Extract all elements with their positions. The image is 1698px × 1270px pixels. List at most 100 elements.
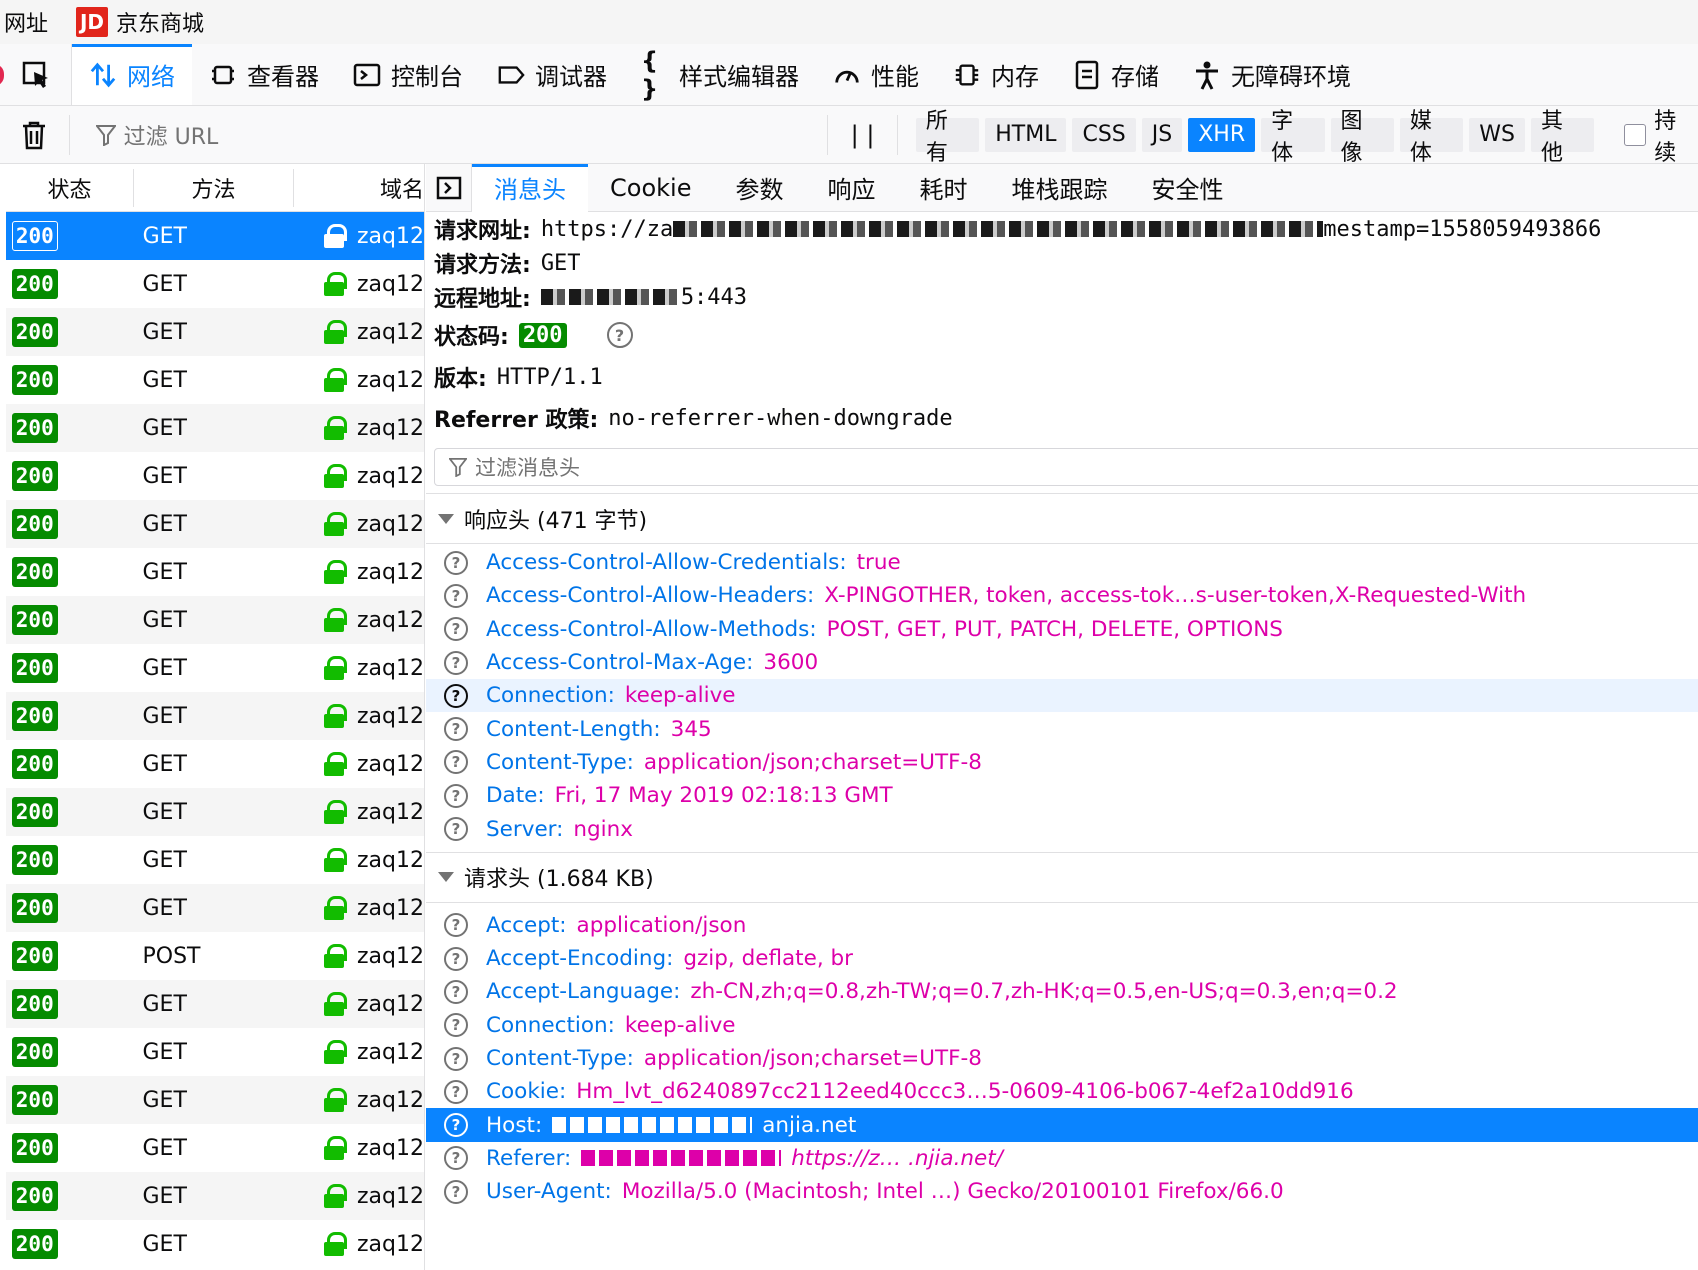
tab-params[interactable]: 参数 (713, 164, 805, 212)
header-row[interactable]: ? Content-Type: application/json;charset=U… (426, 746, 1698, 779)
table-row[interactable]: 200 GET zaq12 (6, 788, 424, 836)
help-icon[interactable]: ? (606, 322, 633, 348)
tab-cookie[interactable]: Cookie (588, 164, 713, 212)
header-row[interactable]: ? Connection: keep-alive (426, 1009, 1698, 1042)
tab-network[interactable]: 网络 (72, 44, 192, 105)
column-domain[interactable]: 域名 (294, 169, 424, 207)
request-headers-toggle[interactable]: 请求头 (1.684 KB) (426, 853, 1698, 903)
help-icon[interactable]: ? (444, 913, 468, 938)
table-row[interactable]: 200 GET zaq12 (6, 740, 424, 788)
header-row[interactable]: ? Cookie: Hm_lvt_d6240897cc2112eed40ccc3…5… (426, 1075, 1698, 1108)
request-url-suffix[interactable]: mestamp=1558059493866 (1323, 217, 1601, 242)
table-row[interactable]: 200 GET zaq12 (6, 644, 424, 692)
help-icon[interactable]: ? (444, 1113, 468, 1138)
help-icon[interactable]: ? (444, 1079, 468, 1104)
type-filter-js[interactable]: JS (1141, 117, 1183, 152)
help-icon[interactable]: ? (444, 550, 468, 575)
toggle-sidebar-button[interactable] (426, 164, 472, 212)
header-row[interactable]: ? Accept-Language: zh-CN,zh;q=0.8,zh-TW;q=… (426, 975, 1698, 1008)
table-row[interactable]: 200 GET zaq12 (6, 884, 424, 932)
table-row[interactable]: 200 GET zaq12 (6, 212, 424, 260)
response-headers-toggle[interactable]: 响应头 (471 字节) (426, 494, 1698, 544)
table-row[interactable]: 200 GET zaq12 (6, 836, 424, 884)
tab-accessibility[interactable]: 无障碍环境 (1176, 44, 1368, 105)
help-icon[interactable]: ? (444, 1046, 468, 1071)
tab-memory[interactable]: 内存 (936, 44, 1056, 105)
table-row[interactable]: 200 GET zaq12 (6, 548, 424, 596)
type-filter-all[interactable]: 所有 (915, 109, 980, 166)
header-row[interactable]: ? Content-Type: application/json;charset=U… (426, 1042, 1698, 1075)
help-icon[interactable]: ? (444, 683, 468, 708)
header-row[interactable]: ? Server: nginx (426, 812, 1698, 845)
table-row[interactable]: 200 GET zaq12 (6, 1220, 424, 1268)
type-filter-html[interactable]: HTML (985, 117, 1067, 152)
help-icon[interactable]: ? (444, 783, 468, 808)
help-icon[interactable]: ? (444, 1013, 468, 1038)
type-filter-ws[interactable]: WS (1469, 117, 1525, 152)
table-row[interactable]: 200 POST zaq12 (6, 932, 424, 980)
table-row[interactable]: 200 GET zaq12 (6, 452, 424, 500)
tab-timings[interactable]: 耗时 (897, 164, 989, 212)
header-row[interactable]: ? Access-Control-Allow-Credentials: true (426, 546, 1698, 579)
header-filter-input[interactable]: 过滤消息头 (434, 448, 1698, 486)
tab-stack-trace[interactable]: 堆栈跟踪 (989, 164, 1129, 212)
header-row[interactable]: ? Referer: https://z… .njia.net/ (426, 1142, 1698, 1175)
tab-performance[interactable]: 性能 (816, 44, 936, 105)
help-icon[interactable]: ? (444, 650, 468, 675)
header-row[interactable]: ? Access-Control-Max-Age: 3600 (426, 646, 1698, 679)
header-row[interactable]: ? Accept-Encoding: gzip, deflate, br (426, 942, 1698, 975)
header-row[interactable]: ? Host: anjia.net (426, 1108, 1698, 1142)
help-icon[interactable]: ? (444, 1146, 468, 1171)
table-row[interactable]: 200 GET zaq12 (6, 308, 424, 356)
help-icon[interactable]: ? (444, 750, 468, 775)
table-row[interactable]: 200 GET zaq12 (6, 1172, 424, 1220)
pause-button[interactable]: | | (828, 114, 898, 155)
tab-debugger[interactable]: 调试器 (480, 44, 624, 105)
tab-console[interactable]: 控制台 (336, 44, 480, 105)
help-icon[interactable]: ? (444, 617, 468, 642)
help-icon[interactable]: ? (444, 979, 468, 1004)
table-row[interactable]: 200 GET zaq12 (6, 1124, 424, 1172)
tab-response[interactable]: 响应 (805, 164, 897, 212)
table-row[interactable]: 200 GET zaq12 (6, 596, 424, 644)
header-row[interactable]: ? Access-Control-Allow-Headers: X-PINGOTHE… (426, 579, 1698, 612)
table-row[interactable]: 200 GET zaq12 (6, 404, 424, 452)
header-row[interactable]: ? Accept: application/json (426, 909, 1698, 942)
type-filter-media[interactable]: 媒体 (1399, 109, 1464, 166)
tab-storage[interactable]: 存储 (1056, 44, 1176, 105)
tab-inspector[interactable]: 查看器 (192, 44, 336, 105)
help-icon[interactable]: ? (444, 717, 468, 742)
type-filter-images[interactable]: 图像 (1330, 109, 1394, 166)
persist-logs-toggle[interactable]: 持续 (1624, 103, 1698, 167)
url-filter-input[interactable]: 过滤 URL (70, 114, 829, 155)
tab-style-editor[interactable]: { } 样式编辑器 (624, 44, 816, 105)
help-icon[interactable]: ? (444, 583, 468, 608)
header-row[interactable]: ? Date: Fri, 17 May 2019 02:18:13 GMT (426, 779, 1698, 812)
type-filter-fonts[interactable]: 字体 (1261, 109, 1325, 166)
header-row[interactable]: ? User-Agent: Mozilla/5.0 (Macintosh; Inte… (426, 1175, 1698, 1208)
type-filter-xhr[interactable]: XHR (1188, 117, 1256, 152)
column-status[interactable]: 状态 (6, 168, 134, 207)
header-row[interactable]: ? Content-Length: 345 (426, 712, 1698, 745)
table-row[interactable]: 200 GET zaq12 (6, 1076, 424, 1124)
help-icon[interactable]: ? (444, 1179, 468, 1204)
type-filter-css[interactable]: CSS (1072, 117, 1136, 152)
tab-security[interactable]: 安全性 (1129, 164, 1245, 212)
column-method[interactable]: 方法 (134, 168, 294, 207)
help-icon[interactable]: ? (444, 817, 468, 842)
table-row[interactable]: 200 GET zaq12 (6, 356, 424, 404)
type-filter-other[interactable]: 其他 (1530, 109, 1595, 166)
request-url-prefix[interactable]: https://za (541, 217, 673, 242)
persist-checkbox[interactable] (1624, 123, 1647, 146)
table-row[interactable]: 200 GET zaq12 (6, 500, 424, 548)
table-row[interactable]: 200 GET zaq12 (6, 260, 424, 308)
element-picker-button[interactable] (0, 44, 72, 105)
header-row[interactable]: ? Access-Control-Allow-Methods: POST, GET,… (426, 613, 1698, 646)
clear-button[interactable] (0, 114, 70, 155)
tab-headers[interactable]: 消息头 (472, 164, 588, 212)
header-row[interactable]: ? Connection: keep-alive (426, 679, 1698, 713)
table-row[interactable]: 200 GET zaq12 (6, 980, 424, 1028)
table-row[interactable]: 200 GET zaq12 (6, 692, 424, 740)
table-row[interactable]: 200 GET zaq12 (6, 1028, 424, 1076)
help-icon[interactable]: ? (444, 946, 468, 971)
